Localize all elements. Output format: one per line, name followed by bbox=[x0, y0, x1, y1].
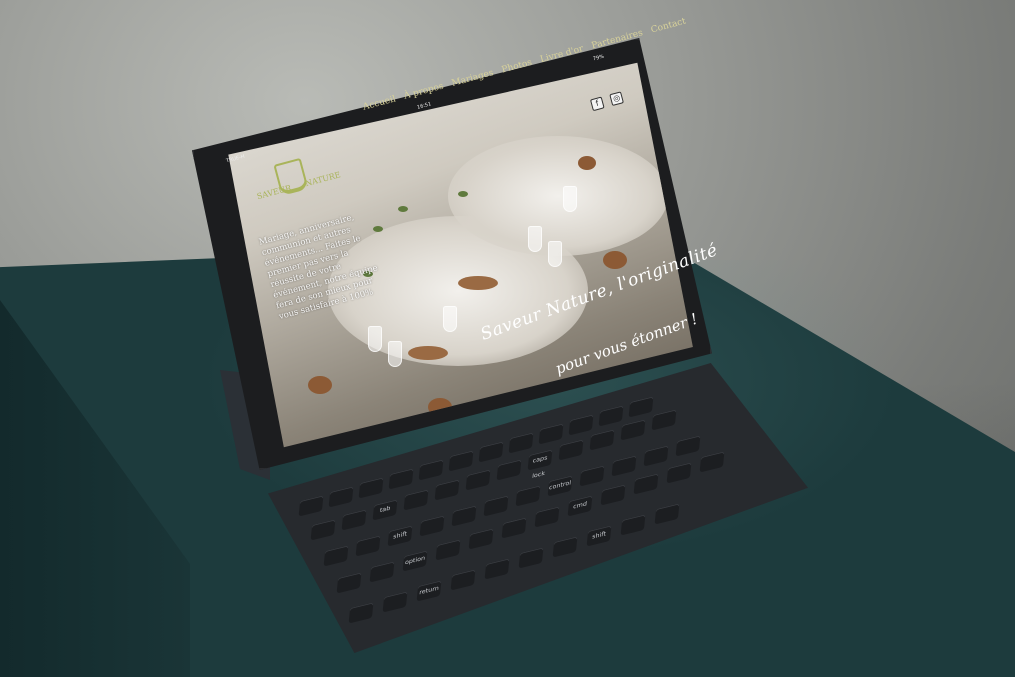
keyboard-key: caps lock bbox=[527, 449, 553, 480]
keyboard-key bbox=[600, 484, 626, 506]
keyboard-key bbox=[348, 602, 374, 624]
keyboard-key bbox=[355, 535, 381, 557]
keyboard-key bbox=[496, 459, 522, 481]
wood-slice bbox=[408, 346, 448, 360]
wine-glass bbox=[388, 341, 402, 367]
wine-glass bbox=[368, 326, 382, 352]
leaf bbox=[458, 191, 468, 197]
keyboard-key bbox=[508, 432, 534, 454]
table-cloth bbox=[448, 136, 668, 256]
keyboard-key: control bbox=[547, 475, 573, 497]
keyboard-key bbox=[534, 506, 560, 528]
keyboard-key bbox=[633, 473, 659, 495]
wine-glass bbox=[548, 241, 562, 267]
bread-roll bbox=[308, 376, 332, 394]
bread-roll bbox=[578, 156, 596, 170]
keyboard-key bbox=[336, 572, 362, 594]
keyboard-key bbox=[358, 477, 384, 499]
wine-glass bbox=[443, 306, 457, 332]
wine-glass bbox=[563, 186, 577, 212]
keyboard-key bbox=[403, 489, 429, 511]
keyboard-key: option bbox=[402, 550, 428, 572]
leaf bbox=[373, 226, 383, 232]
keyboard-key bbox=[369, 561, 395, 583]
keyboard-key bbox=[552, 536, 578, 558]
keyboard-key bbox=[468, 528, 494, 550]
keyboard-key bbox=[328, 486, 354, 508]
keyboard-key bbox=[579, 465, 605, 487]
keyboard-key bbox=[382, 591, 408, 613]
keyboard-key bbox=[310, 519, 336, 541]
keyboard-key bbox=[666, 462, 692, 484]
keyboard-key bbox=[611, 455, 637, 477]
keyboard-key: tab bbox=[372, 499, 398, 521]
keyboard-key: return bbox=[416, 580, 442, 602]
keyboard-key bbox=[448, 450, 474, 472]
keyboard-key bbox=[651, 409, 677, 431]
keyboard-key bbox=[450, 569, 476, 591]
keyboard-key bbox=[643, 445, 669, 467]
bread-roll bbox=[603, 251, 627, 269]
keyboard-key bbox=[418, 459, 444, 481]
keyboard-key bbox=[675, 435, 701, 457]
keyboard-key: shift bbox=[586, 525, 612, 547]
keyboard-key bbox=[341, 509, 367, 531]
keyboard-key bbox=[484, 558, 510, 580]
leaf bbox=[398, 206, 408, 212]
keyboard-key bbox=[699, 451, 725, 473]
keyboard-key bbox=[434, 479, 460, 501]
keyboard-key bbox=[388, 468, 414, 490]
keyboard-key bbox=[620, 514, 646, 536]
keyboard-key bbox=[483, 495, 509, 517]
keyboard-key bbox=[323, 545, 349, 567]
product-photo: tab caps lock shift control option cmd return s… bbox=[0, 0, 1015, 677]
keyboard-key: shift bbox=[387, 525, 413, 547]
keyboard-key bbox=[478, 441, 504, 463]
keyboard-key bbox=[598, 405, 624, 427]
keyboard-key bbox=[568, 414, 594, 436]
keyboard-key bbox=[435, 539, 461, 561]
keyboard-key bbox=[628, 396, 654, 418]
wine-glass bbox=[528, 226, 542, 252]
keyboard-key bbox=[298, 495, 324, 517]
keyboard-key bbox=[515, 485, 541, 507]
keyboard-key bbox=[538, 423, 564, 445]
keyboard-key bbox=[518, 547, 544, 569]
wood-slice bbox=[458, 276, 498, 290]
keyboard-key bbox=[558, 439, 584, 461]
logo-word-left: SAVEUR bbox=[255, 183, 293, 202]
keyboard-key bbox=[654, 503, 680, 525]
keyboard-key: cmd bbox=[567, 495, 593, 517]
keyboard-key bbox=[465, 469, 491, 491]
keyboard-key bbox=[501, 517, 527, 539]
keyboard-key bbox=[589, 429, 615, 451]
keyboard-key bbox=[419, 515, 445, 537]
keyboard-key bbox=[451, 505, 477, 527]
keyboard-key bbox=[620, 419, 646, 441]
